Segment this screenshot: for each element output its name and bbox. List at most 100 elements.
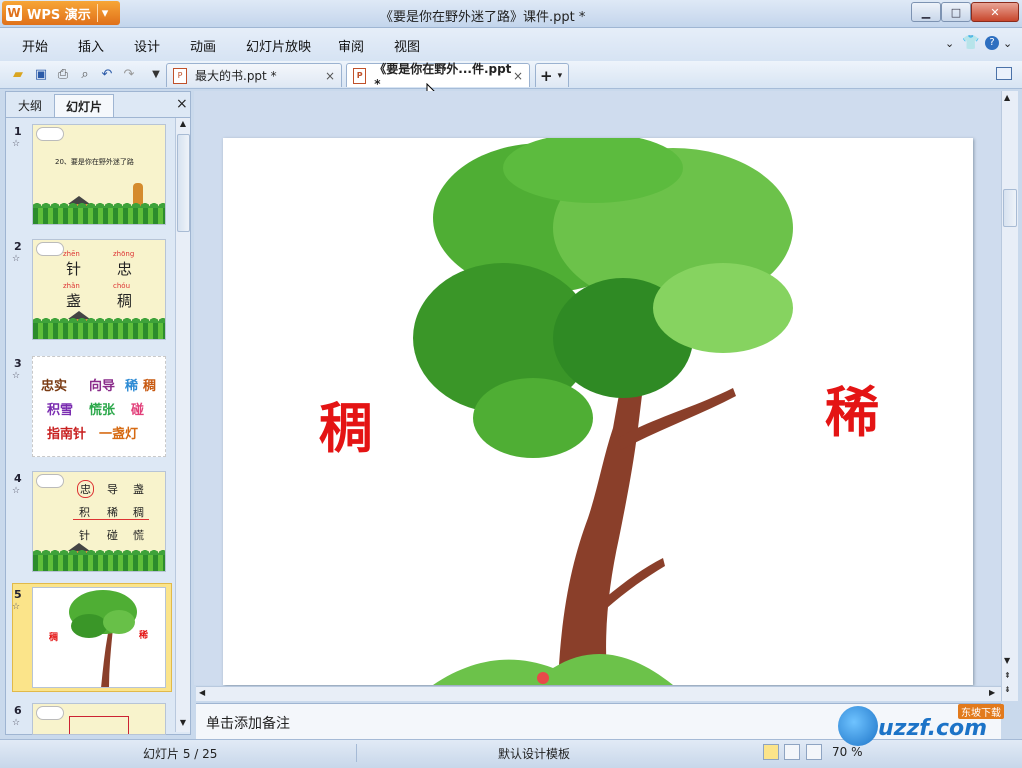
title-bar: W WPS 演示 ▾ 《要是你在野外迷了路》课件.ppt * ▁ □ ✕ xyxy=(0,0,1022,28)
hanzi: 稠 xyxy=(133,506,144,519)
app-label: WPS 演示 xyxy=(27,7,91,23)
print-preview-icon[interactable]: ⌕ xyxy=(77,66,93,82)
print-icon[interactable]: ⎙ xyxy=(55,66,71,82)
tab-slides[interactable]: 幻灯片 xyxy=(54,94,114,117)
frame-decoration xyxy=(69,716,129,734)
pinyin: chóu xyxy=(113,282,131,290)
chevron-down-icon[interactable]: ⌄ xyxy=(1003,37,1012,50)
slides-panel-scrollbar[interactable]: ▲ ▼ xyxy=(175,118,190,732)
close-tab-icon[interactable]: × xyxy=(325,69,335,83)
slide-thumbnail-3[interactable]: 忠实 向导 稀 稠 积雪 慌张 碰 指南针 一盏灯 xyxy=(32,356,166,457)
watermark-text: uzzf.com xyxy=(878,716,988,741)
chevron-down-icon: ▾ xyxy=(101,5,109,21)
scroll-thumb[interactable] xyxy=(1003,189,1017,227)
minimize-button[interactable]: ▁ xyxy=(911,2,941,22)
tab-label: 最大的书.ppt * xyxy=(195,69,277,83)
open-folder-icon[interactable]: ▰ xyxy=(10,66,26,82)
slide-sorter-view-icon[interactable] xyxy=(784,744,800,760)
pinyin: zhōng xyxy=(113,250,135,258)
plus-icon: + xyxy=(540,66,553,85)
chevron-down-icon[interactable]: ⌄ xyxy=(945,37,954,50)
slide-number: 6 xyxy=(14,704,22,717)
word: 向导 xyxy=(89,379,116,394)
hanzi: 忠 xyxy=(117,260,133,278)
maximize-button[interactable]: □ xyxy=(941,2,971,22)
ppt-file-icon: P xyxy=(173,67,187,84)
slide-number: 1 xyxy=(14,125,22,138)
slide-thumbnail-6[interactable] xyxy=(32,703,166,735)
next-slide-icon[interactable]: ⇟ xyxy=(1004,685,1011,694)
menu-design[interactable]: 设计 xyxy=(134,36,160,55)
slide-char-right[interactable]: 稀 xyxy=(825,368,879,447)
wps-app-menu-button[interactable]: W WPS 演示 ▾ xyxy=(2,1,120,25)
close-tab-icon[interactable]: × xyxy=(513,69,523,83)
site-watermark: uzzf.com 东坡下载 xyxy=(838,702,1018,750)
slide-number: 2 xyxy=(14,240,22,253)
hanzi: 碰 xyxy=(107,529,118,542)
notes-placeholder[interactable]: 单击添加备注 xyxy=(206,713,290,733)
cloud-icon xyxy=(36,474,64,488)
cloud-icon xyxy=(36,242,64,256)
current-slide[interactable]: 稠 稀 xyxy=(223,138,973,685)
divider xyxy=(356,744,357,762)
scroll-left-icon[interactable]: ◀ xyxy=(199,688,205,697)
menu-insert[interactable]: 插入 xyxy=(78,36,104,55)
slide-thumbnail-2[interactable]: zhēn 针 zhōng 忠 zhǎn 盏 chóu 稠 xyxy=(32,239,166,340)
scroll-thumb[interactable] xyxy=(177,134,190,232)
previous-slide-icon[interactable]: ⇞ xyxy=(1004,671,1011,680)
menu-animation[interactable]: 动画 xyxy=(190,36,216,55)
skin-shirt-icon[interactable]: 👕 xyxy=(962,35,979,51)
customize-toolbar-icon[interactable]: ▼ xyxy=(148,66,164,82)
scroll-down-icon[interactable]: ▼ xyxy=(177,718,189,730)
minimize-icon: ▁ xyxy=(921,5,931,19)
scroll-up-icon[interactable]: ▲ xyxy=(1004,93,1010,102)
scroll-right-icon[interactable]: ▶ xyxy=(989,688,995,697)
slide-horizontal-scrollbar[interactable]: ◀ ▶ xyxy=(196,686,1001,701)
scroll-down-icon[interactable]: ▼ xyxy=(1004,656,1010,665)
pinyin: zhǎn xyxy=(63,282,80,290)
slide-thumbnail-4[interactable]: 忠 导 盏 积 稀 稠 针 碰 慌 xyxy=(32,471,166,572)
tab-outline[interactable]: 大纲 xyxy=(10,94,50,116)
help-icon[interactable]: ? xyxy=(985,36,999,50)
undo-icon[interactable]: ↶ xyxy=(99,66,115,82)
slide-number: 4 xyxy=(14,472,22,485)
thumb-title: 20、要是你在野外迷了路 xyxy=(55,158,134,166)
hanzi: 盏 xyxy=(133,483,144,496)
hanzi: 慌 xyxy=(133,529,144,542)
menu-slideshow[interactable]: 幻灯片放映 xyxy=(246,36,311,55)
menu-home[interactable]: 开始 xyxy=(22,36,48,55)
word: 忠实 xyxy=(41,379,68,394)
close-window-button[interactable]: ✕ xyxy=(971,2,1019,22)
animation-star-icon: ☆ xyxy=(12,139,21,149)
maximize-icon: □ xyxy=(950,5,962,19)
chevron-down-icon: ▾ xyxy=(557,70,563,81)
animation-star-icon: ☆ xyxy=(12,486,21,496)
slide-thumbnail-1[interactable]: 20、要是你在野外迷了路 xyxy=(32,124,166,225)
normal-view-icon[interactable] xyxy=(763,744,779,760)
slideshow-view-icon[interactable] xyxy=(806,744,822,760)
tree-icon xyxy=(69,590,137,687)
word: 慌张 xyxy=(89,403,116,418)
scroll-up-icon[interactable]: ▲ xyxy=(177,119,189,131)
tab-slides-label: 幻灯片 xyxy=(65,99,102,114)
hanzi: 针 xyxy=(66,260,82,278)
close-panel-icon[interactable]: × xyxy=(176,96,188,112)
menu-review[interactable]: 审阅 xyxy=(338,36,364,55)
slide-thumbnail-5[interactable]: 稠 稀 xyxy=(32,587,166,688)
slide-char-left[interactable]: 稠 xyxy=(319,384,373,463)
panel-layout-icon[interactable] xyxy=(996,67,1012,80)
hanzi: 盏 xyxy=(66,292,82,310)
redo-icon[interactable]: ↷ xyxy=(121,66,137,82)
tab-doc-1[interactable]: P 最大的书.ppt * × xyxy=(166,63,342,87)
divider xyxy=(73,519,149,520)
slide-vertical-scrollbar[interactable]: ▲ ▼ ⇞ ⇟ xyxy=(1001,91,1018,701)
pinyin: zhēn xyxy=(63,250,80,258)
menu-view[interactable]: 视图 xyxy=(394,36,420,55)
word: 指南针 xyxy=(47,427,87,442)
close-icon: ✕ xyxy=(990,5,1000,19)
slide-number: 3 xyxy=(14,357,22,370)
save-icon[interactable]: ▣ xyxy=(33,66,49,82)
new-tab-button[interactable]: + ▾ xyxy=(535,63,569,87)
word: 积雪 xyxy=(47,403,74,418)
word: 稀 xyxy=(125,379,139,394)
